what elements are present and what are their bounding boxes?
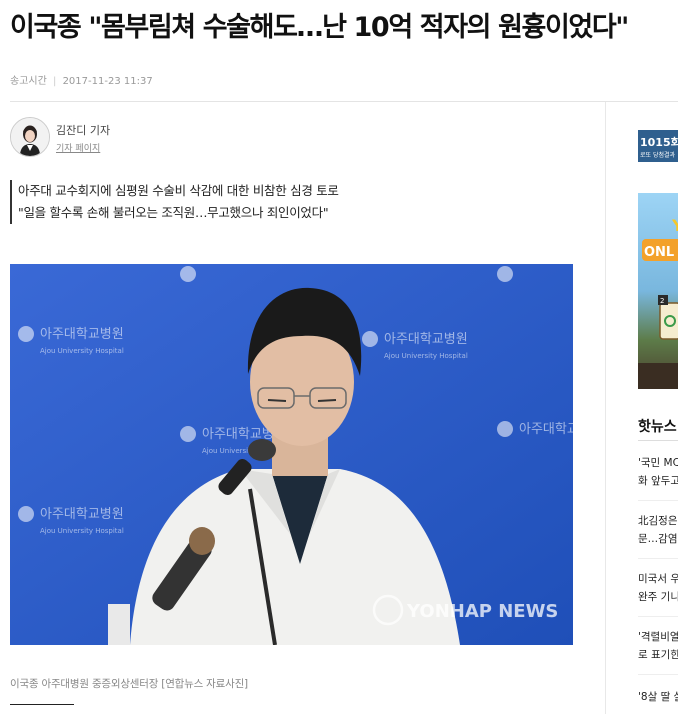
hot-news-separator [638,674,678,675]
reporter-portrait [11,118,49,156]
svg-text:YONHAP NEWS: YONHAP NEWS [406,601,558,622]
game-ad-banner[interactable]: Y ONL 2 [638,193,678,389]
hot-news-separator [638,500,678,501]
reporter-avatar[interactable] [10,117,50,157]
photo-caption: 이국종 아주대병원 중증외상센터장 [연합뉴스 자료사진] [10,678,248,690]
svg-text:2: 2 [660,297,664,305]
hot-news-item[interactable]: 미국서 우 완주 기니 [638,570,678,606]
reporter-name[interactable]: 김잔디 기자 [56,122,110,138]
svg-text:아주대학교병원: 아주대학교병원 [40,327,124,342]
hot-news-divider [638,440,678,441]
hot-news-line: 미국서 우 [638,573,678,585]
article-subheads: 아주대 교수회지에 심평원 수술비 삭감에 대한 비참한 심경 토로 "일을 할… [10,180,339,224]
svg-text:아주대학교병원: 아주대학교병원 [384,332,468,347]
hot-news-separator [638,558,678,559]
hot-news-item[interactable]: '국민 MC 화 앞두고 [638,454,678,490]
header-divider [10,101,678,102]
svg-text:Ajou University Hospital: Ajou University Hospital [40,347,124,355]
hot-news-item[interactable]: '8살 딸 살 [638,688,678,706]
reporter-page-link[interactable]: 기자 페이지 [56,141,100,154]
article-photo[interactable]: 아주대학교병원 Ajou University Hospital 아주대학교병원… [10,264,573,645]
caption-divider [10,704,74,705]
meta-separator: | [53,76,57,87]
hot-news-line: 문…감염 [638,533,678,545]
hot-news-line: 로 표기한 [638,649,678,661]
reporter-block: 김잔디 기자 기자 페이지 [10,117,270,161]
hot-news-title: 핫뉴스 [638,419,677,435]
column-divider [605,102,606,714]
svg-text:아주대학교병원: 아주대학교병원 [40,507,124,522]
game-ad-art: Y ONL 2 [638,216,678,389]
hot-news-line: '국민 MC [638,457,678,469]
published-label: 송고시간 [10,76,47,87]
hot-news-item[interactable]: 北김정은 문…감염 [638,512,678,548]
hot-news-line: 北김정은 [638,515,678,527]
hot-news-line: 완주 기니 [638,591,678,603]
subhead-2: "일을 할수록 손해 불러오는 조직원…무고했으나 죄인이었다" [18,205,329,220]
svg-text:Y: Y [671,216,678,235]
lotto-ad-subtitle: 로또 당첨결과 [640,152,676,159]
hot-news-line: '격렬비열 [638,631,678,643]
svg-text:Ajou University Hospital: Ajou University Hospital [40,527,124,535]
article-meta: 송고시간 | 2017-11-23 11:37 [10,72,153,87]
subhead-1: 아주대 교수회지에 심평원 수술비 삭감에 대한 비참한 심경 토로 [18,183,339,198]
hot-news-line: '8살 딸 살 [638,691,678,703]
lotto-ad-title: 1015회 [640,136,678,149]
press-conference-image: 아주대학교병원 Ajou University Hospital 아주대학교병원… [10,264,573,645]
svg-text:Ajou University Hospital: Ajou University Hospital [384,352,468,360]
hot-news-item[interactable]: '격렬비열 로 표기한 [638,628,678,664]
svg-text:아주대학교병원: 아주대학교병원 [519,422,573,437]
published-datetime: 2017-11-23 11:37 [62,76,153,87]
article-headline: 이국종 "몸부림쳐 수술해도…난 10억 적자의 원흉이었다" [10,12,629,43]
lotto-ad[interactable]: 1015회 로또 당첨결과 [638,130,678,162]
hot-news-line: 화 앞두고 [638,475,678,487]
hot-news-separator [638,616,678,617]
svg-text:ONL: ONL [644,245,674,260]
backdrop-logo: 아주대학교병원 [497,421,573,437]
